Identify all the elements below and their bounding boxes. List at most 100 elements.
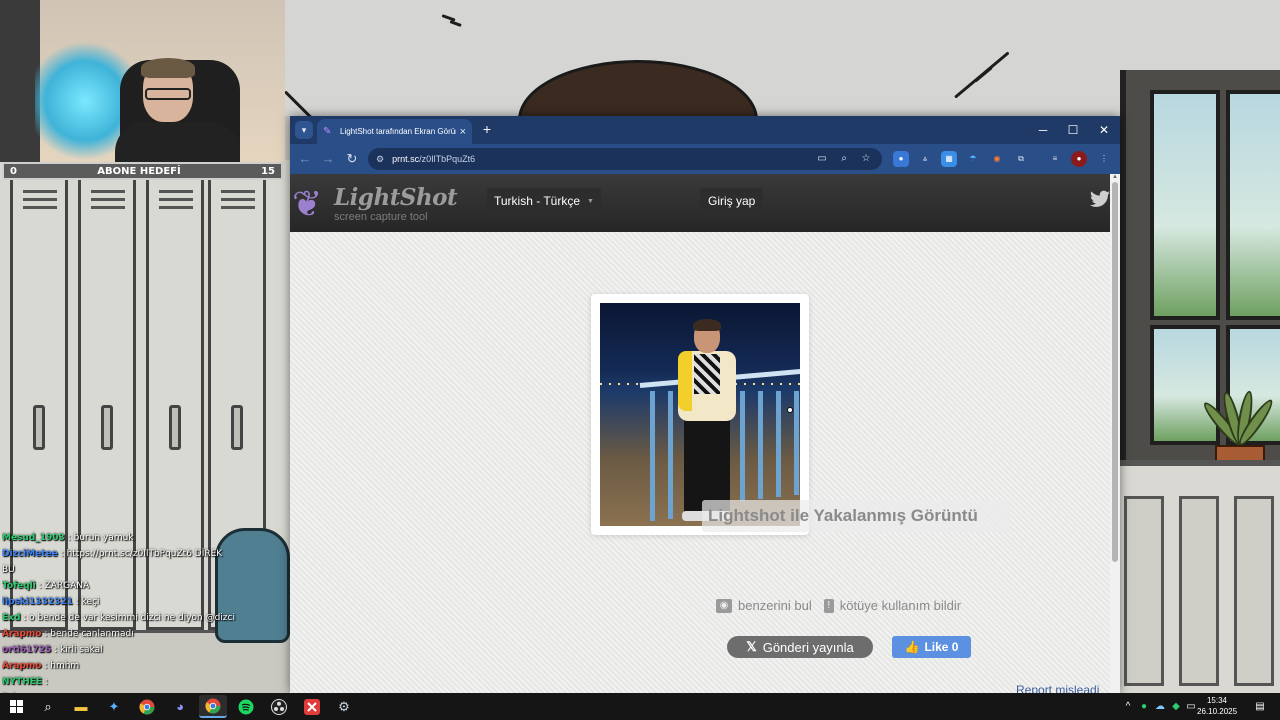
background-cabinet — [1114, 460, 1280, 693]
subscriber-goal-bar: 0 ABONE HEDEFİ 15 — [2, 162, 283, 180]
search-icon[interactable]: ⌕ — [34, 695, 62, 718]
chrome-active-icon[interactable] — [199, 695, 227, 718]
bookmark-star-icon[interactable]: ☆ — [858, 151, 874, 167]
profile-avatar[interactable]: ● — [1071, 151, 1087, 167]
clock-date: 26.10.2025 — [1197, 707, 1238, 716]
goal-right-value: 15 — [261, 165, 275, 177]
spotify-icon[interactable] — [232, 695, 260, 718]
page-scrollbar[interactable]: ▲ — [1110, 174, 1120, 693]
tray-network-icon[interactable]: ▭ — [1184, 698, 1198, 715]
chat-message: BU — [2, 562, 287, 578]
like-label: Like 0 — [924, 640, 959, 654]
tray-app-icon[interactable]: ◆ — [1169, 698, 1183, 715]
chat-message: DizciMetee : https://prnt.sc/z0IlTbPquZt… — [2, 546, 287, 562]
report-abuse-label: kötüye kullanım bildir — [839, 598, 962, 613]
discord-icon[interactable]: ◕ — [166, 695, 194, 718]
chat-username[interactable]: Exd — [2, 613, 20, 623]
login-button[interactable]: Giriş yap — [700, 188, 764, 214]
chrome-icon[interactable] — [133, 695, 161, 718]
tab-lightshot[interactable]: ✎ LightShot tarafından Ekran Görüntüsü × — [317, 119, 472, 144]
tab-title: LightShot tarafından Ekran Görüntüsü — [340, 127, 456, 136]
tab-search-chevron-icon[interactable]: ▾ — [295, 121, 313, 139]
notifications-icon[interactable]: ▤ — [1250, 698, 1270, 715]
steam-icon[interactable]: ⚙ — [330, 695, 358, 718]
page-title: Lightshot ile Yakalanmış Görüntü — [708, 506, 978, 525]
address-bar[interactable]: ⚙ prnt.sc /z0IlTbPquZt6 ▭ ⌕ ☆ — [368, 148, 882, 170]
extensions-puzzle-icon[interactable]: ⧉ — [1013, 151, 1029, 167]
extension-2-icon[interactable]: ⩓ — [917, 151, 933, 167]
chat-text: BU — [2, 565, 15, 575]
facebook-like-button[interactable]: 👍 Like 0 — [892, 636, 971, 658]
reading-list-icon[interactable]: ≡ — [1047, 151, 1063, 167]
find-similar-link[interactable]: ◉ benzerini bul — [716, 598, 812, 613]
chat-message: Tofeqli : ZARGANA — [2, 578, 287, 594]
scroll-up-icon[interactable]: ▲ — [1111, 174, 1119, 182]
chat-username[interactable]: Arapmo — [2, 661, 41, 671]
xmind-icon[interactable] — [298, 695, 326, 718]
post-to-x-button[interactable]: 𝕏 Gönderi yayınla — [727, 636, 873, 658]
back-button[interactable]: ← — [296, 150, 314, 168]
chat-message: Mesud_1903 : burun yamuk — [2, 530, 287, 546]
new-tab-button[interactable]: + — [478, 121, 496, 139]
windows-icon[interactable] — [2, 695, 30, 718]
close-window-button[interactable]: ✕ — [1089, 116, 1119, 144]
chat-separator: : — [42, 677, 48, 687]
chat-username[interactable]: Mesud_1903 — [2, 533, 65, 543]
tray-overflow-icon[interactable]: ^ — [1122, 698, 1134, 715]
chat-separator: : — [64, 533, 74, 543]
forward-button[interactable]: → — [319, 150, 337, 168]
lightshot-header: ❦ LightShot screen capture tool Turkish … — [290, 174, 1110, 232]
chat-message: NYTHEE : — [2, 674, 287, 690]
chat-username[interactable]: lipski1332321 — [2, 597, 73, 607]
clock-time: 15:34 — [1206, 696, 1228, 705]
minimize-button[interactable]: ─ — [1028, 116, 1058, 144]
chat-text: keçi — [81, 597, 100, 607]
chat-text: o bende de var kesimmi dizci ne diyon @d… — [29, 613, 235, 623]
chat-username[interactable]: Arapmo — [2, 629, 41, 639]
chat-username[interactable]: NYTHEE — [2, 677, 42, 687]
cast-icon[interactable]: ▭ — [814, 151, 830, 167]
lightshot-logo[interactable]: ❦ LightShot screen capture tool — [290, 178, 458, 228]
extension-5-icon[interactable]: ◉ — [989, 151, 1005, 167]
browser-titlebar: ▾ ✎ LightShot tarafından Ekran Görüntüsü… — [290, 116, 1120, 144]
tab-close-icon[interactable]: × — [460, 126, 466, 138]
webcam-overlay — [0, 0, 285, 162]
twitter-bird-icon[interactable] — [1090, 190, 1112, 212]
copilot-icon[interactable]: ✦ — [100, 695, 128, 718]
chat-username[interactable]: orti61725 — [2, 645, 51, 655]
obs-icon[interactable] — [265, 695, 293, 718]
site-settings-icon[interactable]: ⚙ — [376, 154, 384, 165]
logo-tagline: screen capture tool — [334, 211, 428, 223]
report-abuse-link[interactable]: ! kötüye kullanım bildir — [823, 598, 962, 613]
language-select[interactable]: Turkish - Türkçe ▼ — [487, 188, 601, 214]
chat-message: orti61725 : kirli sakal — [2, 642, 287, 658]
reload-button[interactable]: ↻ — [343, 150, 361, 168]
extension-3-icon[interactable]: ▦ — [941, 151, 957, 167]
lightshot-feather-icon: ✎ — [323, 126, 332, 137]
browser-window: ▾ ✎ LightShot tarafından Ekran Görüntüsü… — [290, 116, 1120, 693]
url-host: prnt.sc — [392, 154, 420, 164]
report-misleading-link[interactable]: Report misleadi — [1016, 683, 1099, 693]
chat-text: bende canlanmadı — [50, 629, 134, 639]
extension-4-icon[interactable]: ☂ — [965, 151, 981, 167]
tray-cloud-icon[interactable]: ☁ — [1153, 698, 1167, 715]
logo-name: LightShot — [334, 184, 458, 211]
screenshot-image[interactable] — [600, 303, 800, 526]
chat-username[interactable]: Tofeqli — [2, 581, 36, 591]
streamer — [115, 58, 240, 162]
photo-person — [672, 319, 742, 526]
chat-username[interactable]: DizciMetee — [2, 549, 58, 559]
extension-1-icon[interactable]: ● — [893, 151, 909, 167]
chat-text: https://prnt.sc/z0IlTbPquZt6 DİREK — [66, 549, 223, 559]
language-label: Turkish - Türkçe — [494, 194, 581, 208]
file-explorer-icon[interactable]: ▬ — [67, 695, 95, 718]
maximize-button[interactable]: ☐ — [1058, 116, 1088, 144]
scrollbar-thumb[interactable] — [1112, 182, 1118, 562]
goal-label: ABONE HEDEFİ — [97, 165, 181, 177]
tray-status-icon[interactable]: ● — [1137, 698, 1151, 715]
chat-text: ZARGANA — [44, 581, 90, 591]
browser-menu-icon[interactable]: ⋮ — [1096, 151, 1112, 167]
clock[interactable]: 15:34 26.10.2025 — [1197, 695, 1237, 717]
lightshot-page: ❦ LightShot screen capture tool Turkish … — [290, 174, 1120, 693]
zoom-icon[interactable]: ⌕ — [836, 151, 852, 167]
